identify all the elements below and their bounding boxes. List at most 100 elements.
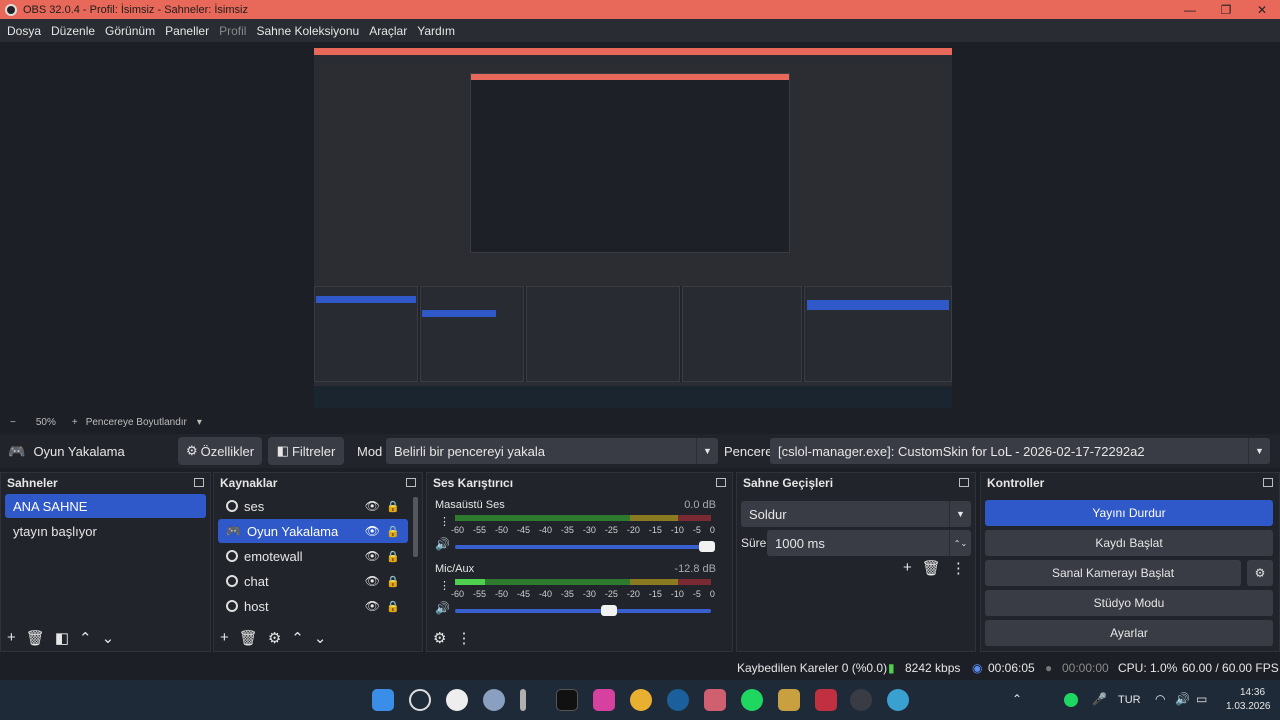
speaker-icon[interactable]: 🔊: [435, 537, 450, 551]
globe-app-icon[interactable]: [887, 689, 909, 711]
start-virtual-camera-button[interactable]: Sanal Kamerayı Başlat: [985, 560, 1241, 586]
lock-icon[interactable]: 🔒: [386, 525, 400, 538]
kebab-menu-icon[interactable]: ⋮: [951, 559, 966, 577]
gears-icon[interactable]: ⚙: [433, 629, 446, 647]
window-select[interactable]: [cslol-manager.exe]: CustomSkin for LoL …: [770, 438, 1270, 464]
spotify-icon[interactable]: [741, 689, 763, 711]
add-icon[interactable]: +: [903, 559, 912, 577]
menu-dosya[interactable]: Dosya: [2, 24, 46, 38]
spotify-tray-icon[interactable]: [1064, 693, 1078, 707]
tray-lang[interactable]: TUR: [1118, 694, 1141, 706]
undock-icon[interactable]: [406, 478, 416, 487]
settings-icon[interactable]: [483, 689, 505, 711]
virtual-camera-settings-button[interactable]: ⚙: [1247, 560, 1273, 586]
search-icon[interactable]: [409, 689, 431, 711]
chevron-up-icon[interactable]: ⌃: [79, 629, 92, 647]
studio-mode-button[interactable]: Stüdyo Modu: [985, 590, 1273, 616]
menu-paneller[interactable]: Paneller: [160, 24, 214, 38]
lock-icon[interactable]: 🔒: [386, 500, 400, 513]
kebab-menu-icon[interactable]: ⋮: [439, 515, 450, 528]
source-item[interactable]: 🎮 Oyun Yakalama 👁 🔒: [218, 519, 408, 543]
add-icon[interactable]: +: [7, 629, 16, 647]
zoom-in-button[interactable]: +: [72, 417, 78, 428]
trash-icon[interactable]: 🗑: [922, 559, 941, 577]
start-recording-button[interactable]: Kaydı Başlat: [985, 530, 1273, 556]
kebab-menu-icon[interactable]: ⋮: [439, 579, 450, 592]
source-item[interactable]: ses 👁 🔒: [218, 494, 408, 518]
preview-area[interactable]: [0, 42, 1280, 414]
source-item[interactable]: chat 👁 🔒: [218, 569, 408, 593]
undock-icon[interactable]: [716, 478, 726, 487]
menu-sahne-koleksiyonu[interactable]: Sahne Koleksiyonu: [251, 24, 364, 38]
eye-icon[interactable]: 👁: [365, 549, 380, 563]
scene-item[interactable]: ytayın başlıyor: [5, 519, 206, 543]
chevron-down-icon[interactable]: ⌄: [102, 629, 115, 647]
start-icon[interactable]: [372, 689, 394, 711]
volume-slider[interactable]: [455, 605, 711, 616]
volume-slider[interactable]: [455, 541, 715, 552]
spin-arrows-icon[interactable]: ⌃⌄: [949, 530, 971, 556]
trash-icon[interactable]: 🗑: [239, 629, 258, 647]
battery-icon[interactable]: ▭: [1196, 692, 1207, 706]
properties-button[interactable]: ⚙ Özellikler: [178, 437, 262, 465]
add-icon[interactable]: +: [220, 629, 229, 647]
scene-item[interactable]: ANA SAHNE: [5, 494, 206, 518]
chevron-up-icon[interactable]: ⌃: [1012, 692, 1022, 706]
zoom-out-button[interactable]: −: [10, 417, 16, 428]
pen-icon[interactable]: [520, 689, 526, 711]
lock-icon[interactable]: 🔒: [386, 575, 400, 588]
mic-icon[interactable]: 🎤: [1092, 692, 1107, 706]
wifi-icon[interactable]: ◠: [1155, 692, 1165, 706]
chevron-up-icon[interactable]: ⌃: [291, 629, 304, 647]
stop-stream-button[interactable]: Yayını Durdur: [985, 500, 1273, 526]
chevron-down-icon[interactable]: ⌄: [314, 629, 327, 647]
menu-duzenle[interactable]: Düzenle: [46, 24, 100, 38]
settings-button[interactable]: Ayarlar: [985, 620, 1273, 646]
menu-yardim[interactable]: Yardım: [412, 24, 460, 38]
lock-icon[interactable]: 🔒: [386, 600, 400, 613]
gamepad-icon: 🎮: [226, 524, 241, 538]
zoom-dropdown-icon[interactable]: ▾: [197, 417, 202, 428]
tray-date[interactable]: 1.03.2026: [1226, 701, 1271, 712]
preview-canvas[interactable]: [314, 48, 952, 408]
zoom-mode[interactable]: Pencereye Boyutlandır: [86, 417, 187, 428]
source-item[interactable]: emotewall 👁 🔒: [218, 544, 408, 568]
kebab-menu-icon[interactable]: ⋮: [456, 629, 471, 647]
menu-gorunum[interactable]: Görünüm: [100, 24, 160, 38]
volume-icon[interactable]: 🔊: [1175, 692, 1190, 706]
filters-button[interactable]: ◧ Filtreler: [268, 437, 344, 465]
eye-icon[interactable]: 👁: [365, 574, 380, 588]
tray-time[interactable]: 14:36: [1240, 687, 1265, 698]
zoom-value: 50%: [35, 416, 56, 428]
lock-icon[interactable]: 🔒: [386, 550, 400, 563]
menu-araclar[interactable]: Araçlar: [364, 24, 412, 38]
filter-icon[interactable]: ◧: [55, 629, 69, 647]
gear-icon[interactable]: ⚙: [268, 629, 281, 647]
menu-profil[interactable]: Profil: [214, 24, 251, 38]
obs-taskbar-icon[interactable]: [446, 689, 468, 711]
eye-icon[interactable]: 👁: [365, 499, 380, 513]
trash-icon[interactable]: 🗑: [26, 629, 45, 647]
mode-select[interactable]: Belirli bir pencereyi yakala ▼: [386, 438, 718, 464]
eye-icon[interactable]: 👁: [365, 524, 380, 538]
maximize-button[interactable]: ❐: [1208, 3, 1244, 17]
photos-icon[interactable]: [704, 689, 726, 711]
undock-icon[interactable]: [194, 478, 204, 487]
undock-icon[interactable]: [959, 478, 969, 487]
sources-scrollbar[interactable]: [413, 497, 418, 557]
league-icon[interactable]: [778, 689, 800, 711]
transition-type-select[interactable]: Soldur ▼: [741, 501, 971, 527]
steam-icon[interactable]: [667, 689, 689, 711]
minimize-button[interactable]: —: [1172, 3, 1208, 17]
speaker-icon[interactable]: 🔊: [435, 601, 450, 615]
instagram-icon[interactable]: [593, 689, 615, 711]
close-button[interactable]: ✕: [1244, 3, 1280, 17]
chrome-icon[interactable]: [630, 689, 652, 711]
tiktok-icon[interactable]: [556, 689, 578, 711]
duration-spinbox[interactable]: 1000 ms ⌃⌄: [767, 530, 971, 556]
obs-active-icon[interactable]: [850, 689, 872, 711]
riot-icon[interactable]: [815, 689, 837, 711]
eye-icon[interactable]: 👁: [365, 599, 380, 613]
source-item[interactable]: host 👁 🔒: [218, 594, 408, 618]
undock-icon[interactable]: [1263, 478, 1273, 487]
